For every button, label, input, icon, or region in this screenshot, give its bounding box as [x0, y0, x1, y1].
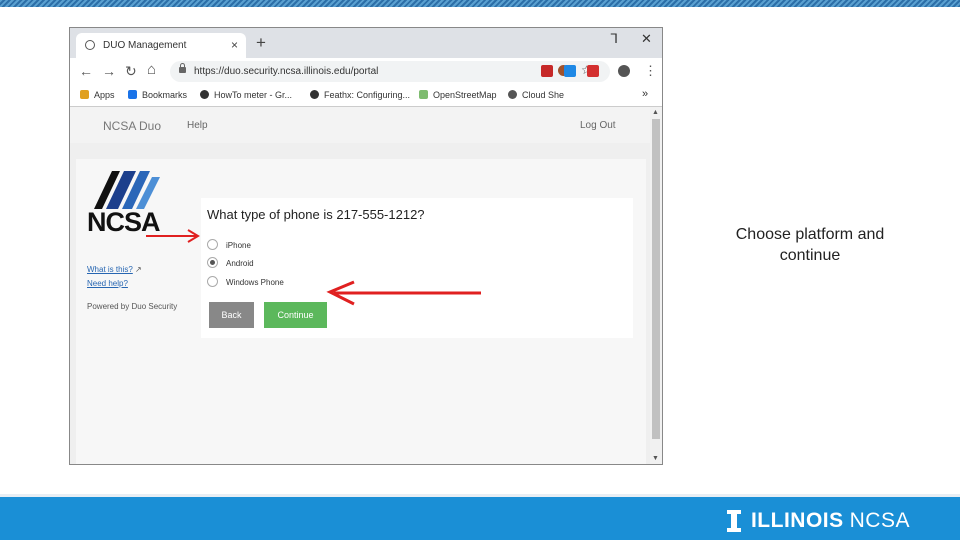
page-viewport: NCSA Duo Help Log Out NCSA What is this?…	[70, 107, 650, 464]
home-icon[interactable]: ⌂	[147, 61, 156, 78]
powered-by-text: Powered by Duo Security	[87, 302, 178, 311]
bookmark-feathx[interactable]: Feathx: Configuring...	[310, 90, 410, 100]
apps-grid-icon	[80, 90, 89, 99]
tab-bar: DUO Management × + ᒣ ✕	[70, 28, 662, 58]
github-icon	[200, 90, 209, 99]
profile-avatar[interactable]	[618, 65, 630, 77]
lock-icon	[179, 63, 186, 73]
tab-close-icon[interactable]: ×	[231, 38, 238, 52]
bookmark-apps[interactable]: Apps	[80, 90, 115, 100]
vertical-scrollbar[interactable]: ▲ ▼	[650, 107, 662, 464]
bookmark-howto[interactable]: HowTo meter - Gr...	[200, 90, 292, 100]
scrollbar-thumb[interactable]	[652, 119, 660, 439]
new-tab-button[interactable]: +	[256, 33, 266, 53]
bookmarks-bar: Apps Bookmarks HowTo meter - Gr... Feath…	[70, 86, 662, 107]
ublock-icon[interactable]	[541, 65, 553, 77]
bookmarks-overflow-icon[interactable]: »	[642, 88, 648, 100]
top-stripe	[0, 0, 960, 7]
need-help-link[interactable]: Need help?	[87, 279, 128, 288]
android-radio[interactable]	[207, 257, 218, 268]
ncsa-logo-graphic	[94, 171, 160, 209]
menu-icon[interactable]: ⋮	[644, 63, 657, 79]
iphone-radio[interactable]	[207, 239, 218, 250]
option-android[interactable]: Android	[207, 257, 254, 268]
site-brand[interactable]: NCSA Duo	[103, 119, 161, 133]
footer-brand-ncsa: NCSA	[849, 509, 910, 532]
scroll-up-icon[interactable]: ▲	[652, 109, 659, 116]
url-text: https://duo.security.ncsa.illinois.edu/p…	[194, 66, 379, 77]
minimize-icon[interactable]: ᒣ	[610, 31, 618, 47]
forward-arrow-icon[interactable]: →	[102, 63, 116, 79]
phone-type-question: What type of phone is 217-555-1212?	[207, 207, 425, 222]
site-header: NCSA Duo Help Log Out	[70, 107, 650, 143]
what-is-this-link[interactable]: What is this? ↗	[87, 265, 142, 274]
globe-icon	[85, 40, 95, 50]
bookmark-openstreetmap[interactable]: OpenStreetMap	[419, 90, 497, 100]
github-icon	[310, 90, 319, 99]
illinois-ncsa-logo: ILLINOIS NCSA	[726, 509, 910, 533]
windows-phone-radio[interactable]	[207, 276, 218, 287]
window-close-icon[interactable]: ✕	[641, 31, 652, 47]
continue-button[interactable]: Continue	[264, 302, 327, 328]
block-i-icon	[726, 510, 741, 532]
bookmark-cloudshell[interactable]: Cloud She	[508, 90, 564, 100]
scroll-down-icon[interactable]: ▼	[652, 455, 659, 462]
option-iphone[interactable]: iPhone	[207, 239, 251, 250]
bookmark-bookmarks[interactable]: Bookmarks	[128, 90, 187, 100]
slide-caption: Choose platform and continue	[735, 226, 885, 264]
back-arrow-icon[interactable]: ←	[79, 63, 93, 79]
mail-badge-icon[interactable]	[587, 65, 599, 77]
gear-icon	[508, 90, 517, 99]
reload-icon[interactable]: ↻	[125, 63, 137, 80]
star-icon	[128, 90, 137, 99]
map-icon	[419, 90, 428, 99]
footer-band: ILLINOIS NCSA	[0, 494, 960, 540]
option-windows-phone[interactable]: Windows Phone	[207, 276, 284, 287]
help-link[interactable]: Help	[187, 120, 208, 131]
extension-icon[interactable]	[564, 65, 576, 77]
external-link-icon: ↗	[135, 265, 142, 274]
logout-link[interactable]: Log Out	[580, 120, 616, 131]
back-button[interactable]: Back	[209, 302, 254, 328]
browser-toolbar: ← → ↻ ⌂ https://duo.security.ncsa.illino…	[70, 58, 662, 86]
ncsa-logo-text: NCSA	[87, 207, 161, 237]
footer-brand-illinois: ILLINOIS	[750, 509, 844, 532]
auth-card: What type of phone is 217-555-1212? iPho…	[201, 198, 633, 338]
browser-window: DUO Management × + ᒣ ✕ ← → ↻ ⌂ https://d…	[69, 27, 663, 465]
browser-tab[interactable]: DUO Management ×	[76, 33, 246, 58]
tab-title: DUO Management	[103, 40, 187, 51]
